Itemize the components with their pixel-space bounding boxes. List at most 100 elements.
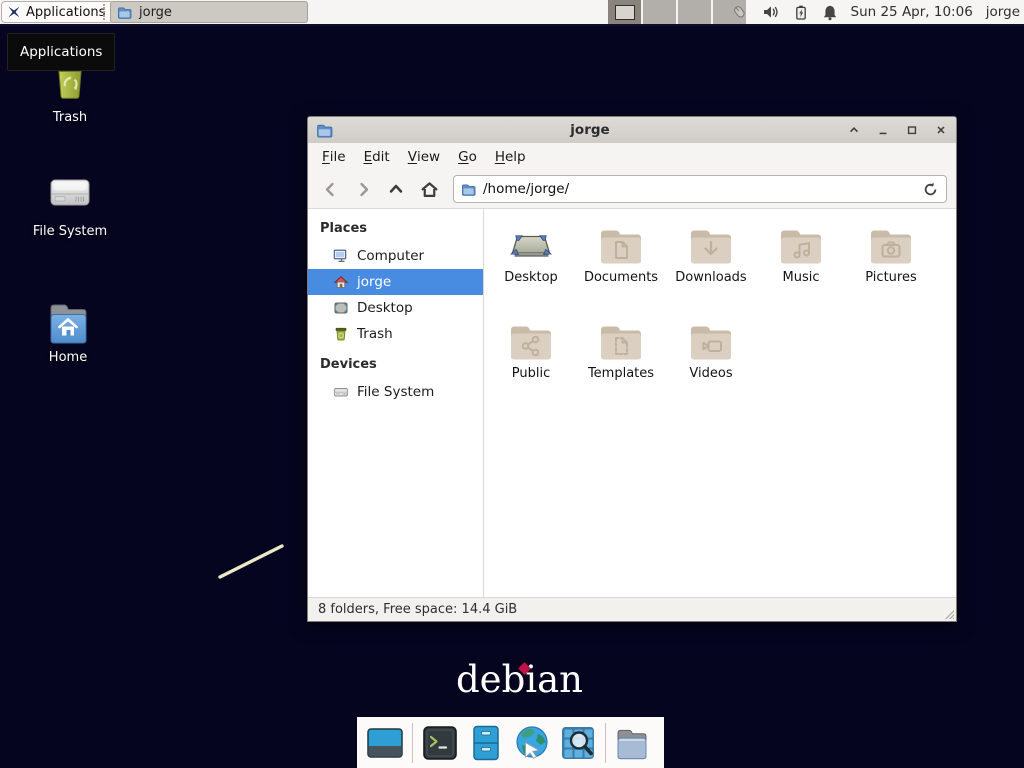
home-icon	[420, 180, 439, 199]
workspace-1[interactable]	[608, 0, 641, 24]
trash-icon	[333, 326, 349, 342]
web-browser-launcher[interactable]	[513, 724, 551, 762]
debian-logo-text: debian	[456, 658, 583, 701]
applications-menu-button[interactable]: Applications	[1, 1, 114, 23]
reload-button[interactable]	[921, 180, 939, 198]
back-button[interactable]	[317, 176, 343, 202]
shade-icon	[848, 124, 860, 136]
panel-handle[interactable]	[103, 4, 107, 20]
volume-icon[interactable]	[762, 4, 780, 20]
resize-grip[interactable]	[942, 607, 954, 619]
top-panel: Applications jorge	[0, 0, 1024, 26]
pathbar[interactable]: /home/jorge/	[453, 175, 947, 203]
menu-help[interactable]: Help	[486, 143, 535, 170]
sidebar-item-computer[interactable]: Computer	[308, 243, 483, 269]
folder-downloads-icon	[687, 224, 735, 266]
file-manager-window: jorge	[307, 116, 957, 622]
pathbar-folder-icon	[461, 182, 476, 197]
desktop-icon-label: Home	[49, 350, 87, 365]
web-browser-globe-icon	[513, 724, 551, 762]
workspace-3[interactable]	[678, 0, 711, 24]
file-item-public[interactable]: Public	[486, 317, 576, 413]
notifications-bell-icon[interactable]	[822, 4, 838, 21]
window-titlebar[interactable]: jorge	[308, 117, 956, 143]
folder-videos-icon	[687, 320, 735, 362]
application-finder-icon	[559, 724, 597, 762]
folder-pictures-icon	[867, 224, 915, 266]
file-item-desktop[interactable]: Desktop	[486, 221, 576, 317]
bottom-dock	[357, 717, 664, 768]
maximize-icon	[906, 124, 918, 136]
home-button[interactable]	[416, 176, 442, 202]
desktop-icon-file-system[interactable]: File System	[22, 168, 118, 239]
file-item-downloads[interactable]: Downloads	[666, 221, 756, 317]
up-button[interactable]	[383, 176, 409, 202]
minimize-button[interactable]	[876, 123, 890, 137]
mouse-icon[interactable]	[730, 3, 749, 21]
system-tray: Sun 25 Apr, 10:06 jorge	[730, 0, 1021, 24]
sidebar-item-jorge[interactable]: jorge	[308, 269, 483, 295]
hard-drive-icon	[46, 168, 94, 220]
folder-public-icon	[507, 320, 555, 362]
statusbar: 8 folders, Free space: 14.4 GiB	[308, 597, 956, 621]
taskbar-folder-icon	[117, 5, 132, 20]
battery-icon[interactable]	[793, 4, 809, 21]
sidebar-item-desktop[interactable]: Desktop	[308, 295, 483, 321]
drive-icon	[333, 384, 349, 400]
forward-button[interactable]	[350, 176, 376, 202]
home-icon	[333, 274, 349, 290]
dock-separator	[605, 723, 606, 763]
desktop: Trash File System Home debi	[0, 0, 1024, 768]
file-item-pictures[interactable]: Pictures	[846, 221, 936, 317]
desktop-icon-label: Trash	[53, 110, 87, 125]
file-grid: Desktop Documents	[484, 209, 956, 597]
folder-documents-icon	[597, 224, 645, 266]
menu-view[interactable]: View	[399, 143, 449, 170]
taskbar-button-jorge[interactable]: jorge	[110, 1, 308, 23]
close-button[interactable]	[934, 123, 948, 137]
computer-icon	[333, 248, 349, 264]
back-icon	[322, 181, 339, 198]
desktop-icon-home[interactable]: Home	[20, 296, 116, 365]
menu-edit[interactable]: Edit	[355, 143, 399, 170]
panel-username: jorge	[986, 4, 1020, 20]
applications-tooltip: Applications	[7, 33, 115, 71]
dock-separator	[412, 723, 413, 763]
terminal-icon	[421, 724, 459, 762]
file-manager-launcher[interactable]	[614, 724, 652, 762]
close-icon	[935, 124, 947, 136]
file-item-documents[interactable]: Documents	[576, 221, 666, 317]
forward-icon	[355, 181, 372, 198]
statusbar-text: 8 folders, Free space: 14.4 GiB	[318, 602, 517, 617]
terminal-launcher[interactable]	[421, 724, 459, 762]
show-desktop-button[interactable]	[366, 724, 404, 762]
file-cabinet-launcher[interactable]	[467, 724, 505, 762]
show-desktop-icon	[366, 725, 404, 761]
desktop-icon-label: File System	[33, 224, 107, 239]
menu-go[interactable]: Go	[449, 143, 486, 170]
clock[interactable]: Sun 25 Apr, 10:06	[851, 4, 973, 20]
folder-music-icon	[777, 224, 825, 266]
file-item-templates[interactable]: Templates	[576, 317, 666, 413]
folder-templates-icon	[597, 320, 645, 362]
path-text[interactable]: /home/jorge/	[483, 181, 914, 197]
menubar: File Edit View Go Help	[308, 143, 956, 170]
application-finder-launcher[interactable]	[559, 724, 597, 762]
file-item-videos[interactable]: Videos	[666, 317, 756, 413]
home-folder-icon	[44, 296, 92, 346]
shade-button[interactable]	[847, 123, 861, 137]
file-manager-folder-icon	[614, 725, 652, 761]
sidebar-header-places: Places	[308, 217, 483, 243]
file-cabinet-icon	[467, 724, 505, 762]
sidebar-item-trash[interactable]: Trash	[308, 321, 483, 347]
file-item-music[interactable]: Music	[756, 221, 846, 317]
sidebar-header-devices: Devices	[308, 353, 483, 379]
workspace-2[interactable]	[643, 0, 676, 24]
toolbar: /home/jorge/	[308, 170, 956, 209]
sidebar-item-file-system[interactable]: File System	[308, 379, 483, 405]
sidebar: Places Computer jorge	[308, 209, 484, 597]
minimize-icon	[877, 124, 889, 136]
menu-file[interactable]: File	[313, 143, 355, 170]
maximize-button[interactable]	[905, 123, 919, 137]
stray-line-artifact	[214, 540, 288, 582]
